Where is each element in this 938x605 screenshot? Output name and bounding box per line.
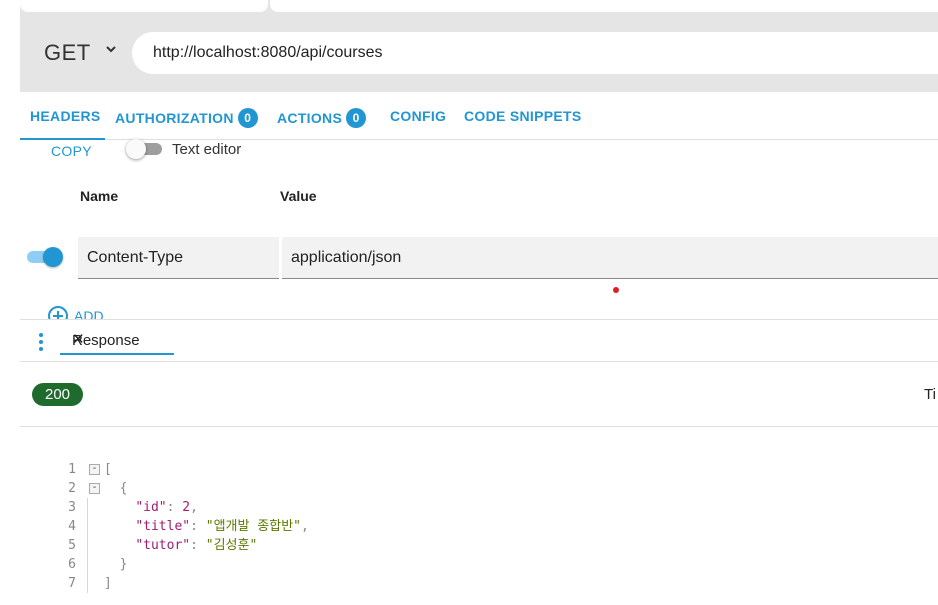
json-separator: : (166, 500, 183, 515)
json-value: "앱개발 종합반" (205, 519, 302, 534)
active-tab-indicator (20, 138, 105, 140)
tab-actions-label: ACTIONS (277, 110, 343, 126)
close-icon[interactable]: ✕ (72, 332, 85, 348)
indent-guide (87, 517, 88, 536)
code-text: { (104, 481, 128, 496)
timing-label: Ti (924, 386, 936, 403)
code-line: 3 "id": 2, (60, 498, 660, 517)
url-bar: GET http://localhost:8080/api/courses (20, 12, 938, 92)
status-divider (20, 426, 938, 427)
code-line: 4 "title": "앱개발 종합반", (60, 517, 660, 536)
fold-toggle-icon[interactable]: - (89, 483, 100, 494)
code-text: } (104, 557, 128, 572)
header-name-column: Name (80, 188, 119, 204)
request-tab-previous[interactable] (20, 0, 268, 12)
line-number: 1 (68, 462, 76, 477)
code-text: [ (104, 462, 112, 477)
line-number: 6 (68, 557, 76, 572)
line-number: 7 (68, 576, 76, 591)
line-number: 3 (68, 500, 76, 515)
line-number: 2 (68, 481, 76, 496)
json-key: "id" (135, 500, 167, 515)
tab-code-snippets[interactable]: CODE SNIPPETS (464, 108, 581, 124)
add-circle-icon (48, 306, 68, 320)
cursor-dot (613, 287, 619, 293)
tab-response[interactable]: Response ✕ (60, 329, 174, 355)
indent-guide (87, 498, 88, 517)
tab-headers[interactable]: HEADERS (30, 108, 101, 124)
chevron-down-icon[interactable] (104, 42, 118, 56)
text-editor-label: Text editor (172, 141, 242, 158)
code-line: 1 -[ (60, 460, 660, 479)
header-name-value: Content-Type (87, 249, 184, 266)
panel-divider[interactable] (20, 319, 938, 320)
toggle-knob (43, 247, 63, 267)
tab-config-label: CONFIG (390, 108, 447, 124)
indent-guide (87, 555, 88, 574)
code-line: 2 - { (60, 479, 660, 498)
line-number: 5 (68, 538, 76, 553)
tab-authorization-badge: 0 (237, 108, 258, 128)
code-line: 7] (60, 574, 660, 593)
tab-code-snippets-label: CODE SNIPPETS (464, 108, 582, 124)
json-punctuation: , (190, 500, 198, 515)
more-vert-icon[interactable] (38, 333, 44, 351)
response-tabs-divider (20, 361, 938, 362)
header-name-field[interactable]: Content-Type (78, 237, 279, 279)
request-tabs: HEADERS AUTHORIZATION 0 ACTIONS 0 CONFIG… (20, 92, 938, 140)
line-number: 4 (68, 519, 76, 534)
code-text: "id": 2, (104, 498, 198, 517)
json-key: "tutor" (135, 538, 191, 553)
json-value: 2 (182, 500, 191, 515)
code-text: ] (104, 576, 112, 591)
indent-guide (87, 536, 88, 555)
header-value-field[interactable]: application/json (282, 237, 938, 279)
tab-authorization[interactable]: AUTHORIZATION 0 (115, 108, 258, 128)
request-tab-active[interactable] (270, 0, 938, 12)
header-value-value: application/json (291, 249, 402, 266)
status-badge: 200 (32, 383, 83, 406)
tab-actions-badge: 0 (346, 108, 367, 128)
tab-config[interactable]: CONFIG (390, 108, 446, 124)
json-separator: : (190, 519, 206, 534)
tab-authorization-label: AUTHORIZATION (115, 110, 234, 126)
header-value-column: Value (280, 188, 317, 204)
json-separator: : (190, 538, 206, 553)
url-input[interactable]: http://localhost:8080/api/courses (132, 32, 938, 74)
http-client-app: GET http://localhost:8080/api/courses HE… (0, 0, 938, 605)
add-header-button[interactable]: ADD (48, 306, 128, 320)
url-input-value: http://localhost:8080/api/courses (153, 44, 383, 61)
code-text: "title": "앱개발 종합반", (104, 517, 309, 536)
response-body-viewer[interactable]: 1-[2- {3 "id": 2, 4 "title": "앱개발 종합반", 5 … (60, 460, 660, 593)
code-line: 5 "tutor": "김성훈" (60, 536, 660, 555)
indent-guide (87, 574, 88, 593)
json-punctuation: , (301, 519, 309, 534)
json-key: "title" (135, 519, 191, 534)
tab-headers-label: HEADERS (30, 108, 101, 124)
toggle-knob (126, 139, 146, 159)
copy-button[interactable]: COPY (51, 143, 92, 159)
header-enabled-toggle[interactable] (27, 247, 65, 267)
tab-actions[interactable]: ACTIONS 0 (277, 108, 367, 128)
code-line: 6 } (60, 555, 660, 574)
text-editor-toggle[interactable] (126, 139, 162, 159)
fold-toggle-icon[interactable]: - (89, 464, 100, 475)
code-text: "tutor": "김성훈" (104, 536, 257, 555)
json-value: "김성훈" (205, 538, 258, 553)
http-method-select[interactable]: GET (44, 40, 91, 66)
